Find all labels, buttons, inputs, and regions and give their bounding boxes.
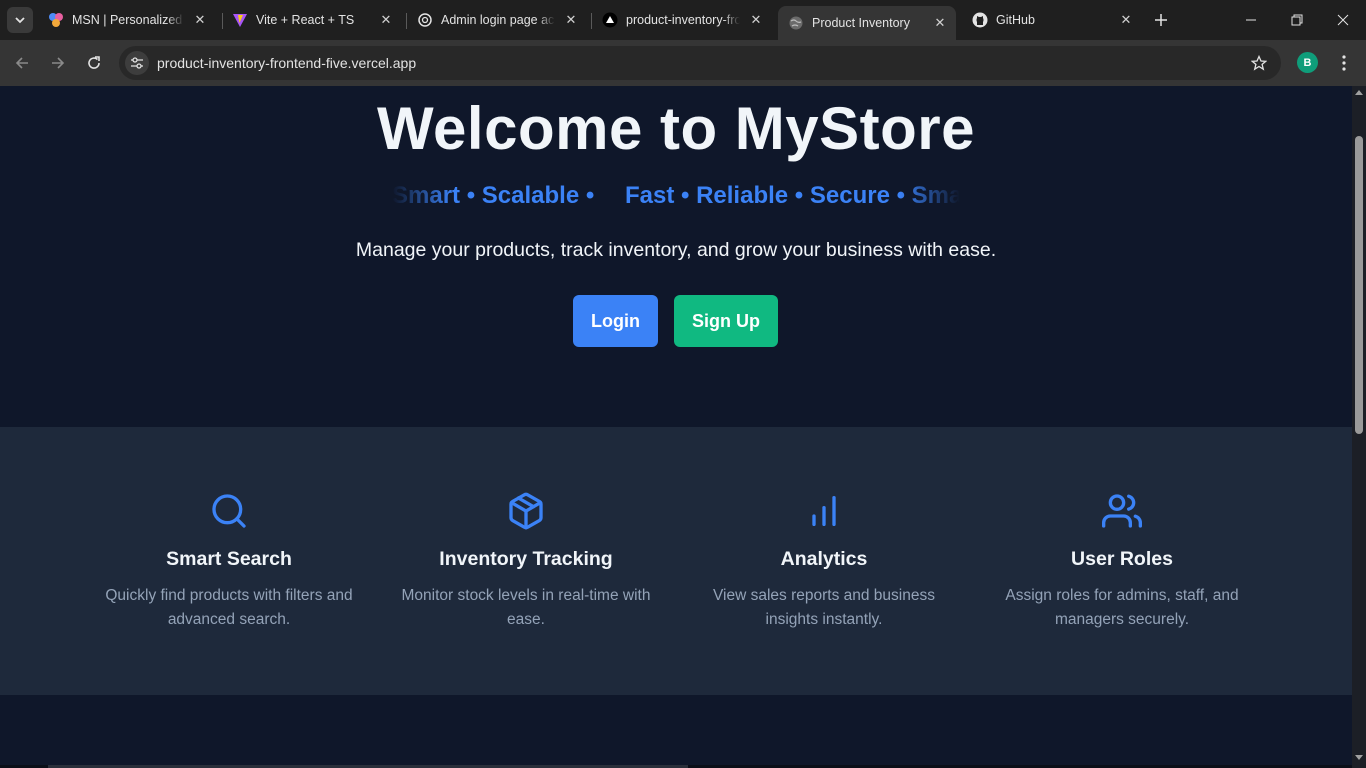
new-tab-button[interactable] (1150, 9, 1172, 31)
plus-icon (1155, 14, 1167, 26)
feature-description: Assign roles for admins, staff, and mana… (1005, 587, 1239, 628)
tab-vercel[interactable]: product-inventory-frontend ✕ (592, 6, 772, 34)
restore-button[interactable] (1274, 0, 1320, 40)
tab-msn[interactable]: MSN | Personalized News ✕ (38, 6, 216, 34)
bar-chart-icon (812, 496, 836, 526)
tab-search-button[interactable] (7, 7, 33, 33)
back-button[interactable] (10, 51, 34, 75)
browser-toolbar: product-inventory-frontend-five.vercel.a… (0, 40, 1366, 86)
feature-title: Inventory Tracking (439, 548, 613, 570)
tab-label: Admin login page access (441, 13, 555, 27)
chevron-down-icon (15, 17, 25, 24)
close-window-button[interactable] (1320, 0, 1366, 40)
close-icon[interactable]: ✕ (192, 12, 208, 28)
search-icon (212, 494, 246, 528)
chatgpt-icon (417, 12, 433, 28)
close-icon[interactable]: ✕ (1118, 12, 1134, 28)
vite-icon (232, 12, 248, 28)
menu-button[interactable] (1334, 52, 1354, 74)
tab-chatgpt[interactable]: Admin login page access ✕ (407, 6, 587, 34)
tab-product-inventory[interactable]: Product Inventory ✕ (778, 6, 956, 40)
hero-section: Welcome to MyStore Smart • Scalable • Fa… (0, 86, 1352, 427)
tab-vite[interactable]: Vite + React + TS ✕ (222, 6, 402, 34)
profile-avatar[interactable]: B (1297, 52, 1318, 73)
reload-icon (88, 56, 100, 69)
feature-card-inventory-tracking: Inventory Tracking Monitor stock levels … (377, 427, 675, 695)
minimize-button[interactable] (1228, 0, 1274, 40)
close-icon (1337, 14, 1349, 26)
users-icon (1102, 494, 1142, 528)
github-icon (972, 12, 988, 28)
tagline-text: Fast • Reliable • Secure • Smart (625, 182, 960, 209)
feature-card-user-roles: User Roles Assign roles for admins, staf… (973, 427, 1271, 695)
tab-label: product-inventory-frontend (626, 13, 740, 27)
globe-icon (788, 15, 804, 31)
address-bar[interactable]: product-inventory-frontend-five.vercel.a… (119, 46, 1281, 80)
close-icon[interactable]: ✕ (563, 12, 579, 28)
arrow-left-icon (15, 57, 28, 69)
forward-button[interactable] (46, 51, 70, 75)
hero-subtitle: Manage your products, track inventory, a… (355, 239, 997, 261)
minimize-icon (1246, 19, 1256, 21)
scrollbar-thumb[interactable] (1355, 136, 1363, 434)
tab-label: Product Inventory (812, 16, 910, 30)
signup-button[interactable]: Sign Up (674, 295, 778, 347)
tab-bar: MSN | Personalized News ✕ Vite + React +… (0, 0, 1366, 40)
vertical-scrollbar[interactable] (1352, 86, 1366, 768)
feature-title: User Roles (1071, 548, 1173, 570)
vercel-icon (602, 12, 618, 28)
url-text[interactable]: product-inventory-frontend-five.vercel.a… (157, 55, 416, 71)
box-icon (509, 492, 543, 530)
close-icon[interactable]: ✕ (378, 12, 394, 28)
feature-description: View sales reports and business insights… (712, 587, 935, 628)
bookmark-button[interactable] (1249, 53, 1269, 73)
feature-description: Quickly find products with filters and a… (105, 587, 353, 628)
msn-icon (48, 12, 64, 28)
tab-label: MSN | Personalized News (72, 13, 184, 27)
login-button[interactable]: Login (573, 295, 658, 347)
tune-icon (131, 57, 143, 69)
star-icon (1251, 55, 1267, 71)
tab-github[interactable]: GitHub ✕ (962, 6, 1142, 34)
feature-title: Smart Search (166, 548, 292, 570)
feature-description: Monitor stock levels in real-time with e… (401, 587, 651, 628)
close-icon[interactable]: ✕ (748, 12, 764, 28)
more-vert-icon (1342, 55, 1346, 71)
page-title: Welcome to MyStore (376, 95, 975, 162)
tab-label: Vite + React + TS (256, 13, 355, 27)
tab-label: GitHub (996, 13, 1035, 27)
scroll-down-arrow-icon[interactable] (1355, 755, 1363, 760)
site-info-button[interactable] (125, 51, 149, 75)
feature-card-smart-search: Smart Search Quickly find products with … (80, 427, 378, 695)
page-viewport: Welcome to MyStore Smart • Scalable • Fa… (0, 86, 1352, 768)
tagline-text: Smart • Scalable • (392, 182, 595, 209)
close-icon[interactable]: ✕ (932, 15, 948, 31)
restore-icon (1291, 14, 1303, 26)
tagline-marquee: Smart • Scalable • Fast • Reliable • Sec… (392, 182, 960, 216)
scroll-up-arrow-icon[interactable] (1355, 90, 1363, 95)
arrow-right-icon (52, 57, 65, 69)
feature-title: Analytics (780, 548, 868, 570)
features-section: Smart Search Quickly find products with … (0, 427, 1352, 695)
reload-button[interactable] (82, 51, 106, 75)
feature-card-analytics: Analytics View sales reports and busines… (675, 427, 973, 695)
